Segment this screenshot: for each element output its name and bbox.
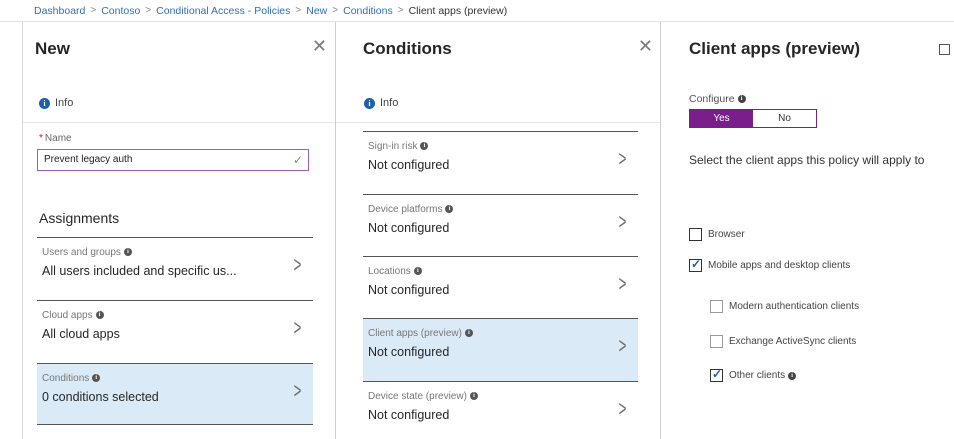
sign-in-risk-item[interactable]: Sign-in risk i Not configured > bbox=[363, 131, 638, 194]
item-value: All users included and specific us... bbox=[42, 264, 237, 278]
info-icon: i bbox=[39, 97, 50, 109]
info-icon[interactable]: i bbox=[420, 142, 429, 151]
info-icon[interactable]: i bbox=[445, 205, 454, 214]
info-icon[interactable]: i bbox=[92, 374, 101, 383]
breadcrumb-separator-icon: > bbox=[90, 5, 97, 16]
name-field[interactable]: Prevent legacy auth ✓ bbox=[37, 149, 309, 171]
info-icon: i bbox=[364, 97, 375, 109]
name-label: * Name bbox=[39, 133, 72, 144]
info-icon[interactable]: i bbox=[464, 329, 473, 338]
item-value: Not configured bbox=[368, 221, 450, 235]
info-label: Info bbox=[380, 97, 399, 109]
item-value: Not configured bbox=[368, 158, 450, 172]
breadcrumb-new[interactable]: New bbox=[306, 5, 327, 17]
configure-label-text: Configure bbox=[689, 93, 735, 105]
close-icon[interactable]: ✕ bbox=[312, 36, 327, 57]
item-value: Not configured bbox=[368, 283, 450, 297]
browser-checkbox[interactable] bbox=[689, 228, 702, 241]
device-state-item[interactable]: Device state (preview) i Not configured > bbox=[363, 381, 638, 439]
breadcrumb-separator-icon: > bbox=[397, 5, 404, 16]
breadcrumb-separator-icon: > bbox=[295, 5, 302, 16]
item-value: Not configured bbox=[368, 345, 450, 359]
item-label: Conditions bbox=[42, 373, 90, 384]
exchange-activesync-label: Exchange ActiveSync clients bbox=[729, 336, 857, 347]
conditions-blade-title: Conditions bbox=[363, 39, 452, 58]
item-value: Not configured bbox=[368, 408, 450, 422]
assignments-heading: Assignments bbox=[39, 210, 120, 226]
mobile-desktop-label: Mobile apps and desktop clients bbox=[708, 260, 851, 271]
chevron-right-icon: > bbox=[618, 396, 627, 421]
info-icon[interactable]: i bbox=[469, 392, 478, 401]
item-value: 0 conditions selected bbox=[42, 390, 159, 404]
item-label: Users and groups bbox=[42, 247, 121, 258]
chevron-right-icon: > bbox=[618, 209, 627, 234]
chevron-right-icon: > bbox=[293, 315, 302, 340]
item-value: All cloud apps bbox=[42, 327, 120, 341]
chevron-right-icon: > bbox=[618, 271, 627, 296]
checkmark-icon: ✓ bbox=[292, 153, 303, 167]
toggle-yes-option[interactable]: Yes bbox=[690, 110, 753, 127]
maximize-icon[interactable] bbox=[939, 44, 950, 55]
info-link[interactable]: i Info bbox=[23, 84, 335, 123]
breadcrumb-contoso[interactable]: Contoso bbox=[101, 5, 140, 17]
client-apps-description: Select the client apps this policy will … bbox=[689, 153, 925, 167]
breadcrumb-conditions[interactable]: Conditions bbox=[343, 5, 393, 17]
cloud-apps-item[interactable]: Cloud apps i All cloud apps > bbox=[37, 300, 313, 363]
chevron-right-icon: > bbox=[293, 378, 302, 403]
info-icon[interactable]: i bbox=[123, 248, 132, 257]
info-icon[interactable]: i bbox=[95, 311, 104, 320]
required-marker: * bbox=[39, 133, 43, 144]
breadcrumb-client-apps: Client apps (preview) bbox=[408, 4, 508, 17]
toggle-no-option[interactable]: No bbox=[753, 110, 816, 127]
info-icon[interactable]: i bbox=[413, 267, 422, 276]
name-field-value: Prevent legacy auth bbox=[44, 154, 133, 165]
exchange-activesync-checkbox-row[interactable]: Exchange ActiveSync clients bbox=[710, 335, 856, 348]
info-icon[interactable]: i bbox=[737, 95, 746, 104]
info-label: Info bbox=[55, 97, 74, 109]
new-blade: New ✕ i Info * Name Prevent legacy auth ✓… bbox=[22, 22, 336, 439]
locations-item[interactable]: Locations i Not configured > bbox=[363, 256, 638, 318]
info-link[interactable]: i Info bbox=[336, 84, 660, 123]
configure-toggle[interactable]: Yes No bbox=[689, 109, 817, 128]
breadcrumb: Dashboard > Contoso > Conditional Access… bbox=[0, 0, 954, 22]
item-label: Device platforms bbox=[368, 204, 443, 215]
exchange-activesync-checkbox[interactable] bbox=[710, 335, 723, 348]
breadcrumb-dashboard[interactable]: Dashboard bbox=[34, 5, 85, 17]
chevron-right-icon: > bbox=[293, 252, 302, 277]
mobile-desktop-checkbox-row[interactable]: Mobile apps and desktop clients bbox=[689, 257, 851, 272]
client-apps-blade: Client apps (preview) Configure i Yes No … bbox=[661, 22, 954, 439]
new-blade-title: New bbox=[35, 39, 70, 58]
breadcrumb-separator-icon: > bbox=[145, 5, 152, 16]
chevron-right-icon: > bbox=[618, 333, 627, 358]
other-clients-checkbox-row[interactable]: Other clientsi bbox=[710, 367, 797, 382]
users-and-groups-item[interactable]: Users and groups i All users included and… bbox=[37, 237, 313, 300]
modern-auth-checkbox-row[interactable]: Modern authentication clients bbox=[710, 300, 859, 313]
other-clients-checkbox[interactable] bbox=[710, 367, 723, 382]
close-icon[interactable]: ✕ bbox=[638, 36, 653, 57]
modern-auth-checkbox[interactable] bbox=[710, 300, 723, 313]
item-label: Locations bbox=[368, 266, 411, 277]
other-clients-label: Other clients bbox=[729, 370, 786, 381]
conditions-blade: Conditions ✕ i Info Sign-in risk i Not co… bbox=[336, 22, 661, 439]
client-apps-item[interactable]: Client apps (preview) i Not configured > bbox=[363, 318, 638, 381]
item-label: Device state (preview) bbox=[368, 391, 467, 402]
chevron-right-icon: > bbox=[618, 146, 627, 171]
configure-label: Configure i bbox=[689, 93, 746, 105]
browser-checkbox-row[interactable]: Browser bbox=[689, 228, 745, 241]
item-label: Sign-in risk bbox=[368, 141, 418, 152]
breadcrumb-separator-icon: > bbox=[332, 5, 339, 16]
name-label-text: Name bbox=[44, 133, 72, 144]
browser-label: Browser bbox=[708, 229, 745, 240]
device-platforms-item[interactable]: Device platforms i Not configured > bbox=[363, 194, 638, 256]
client-apps-blade-title: Client apps (preview) bbox=[689, 39, 860, 58]
item-label: Cloud apps bbox=[42, 310, 93, 321]
mobile-desktop-checkbox[interactable] bbox=[689, 257, 702, 272]
breadcrumb-ca-policies[interactable]: Conditional Access - Policies bbox=[156, 5, 290, 17]
conditions-item[interactable]: Conditions i 0 conditions selected > bbox=[37, 363, 313, 425]
info-icon[interactable]: i bbox=[788, 371, 797, 380]
item-label: Client apps (preview) bbox=[368, 328, 462, 339]
modern-auth-label: Modern authentication clients bbox=[729, 301, 860, 312]
